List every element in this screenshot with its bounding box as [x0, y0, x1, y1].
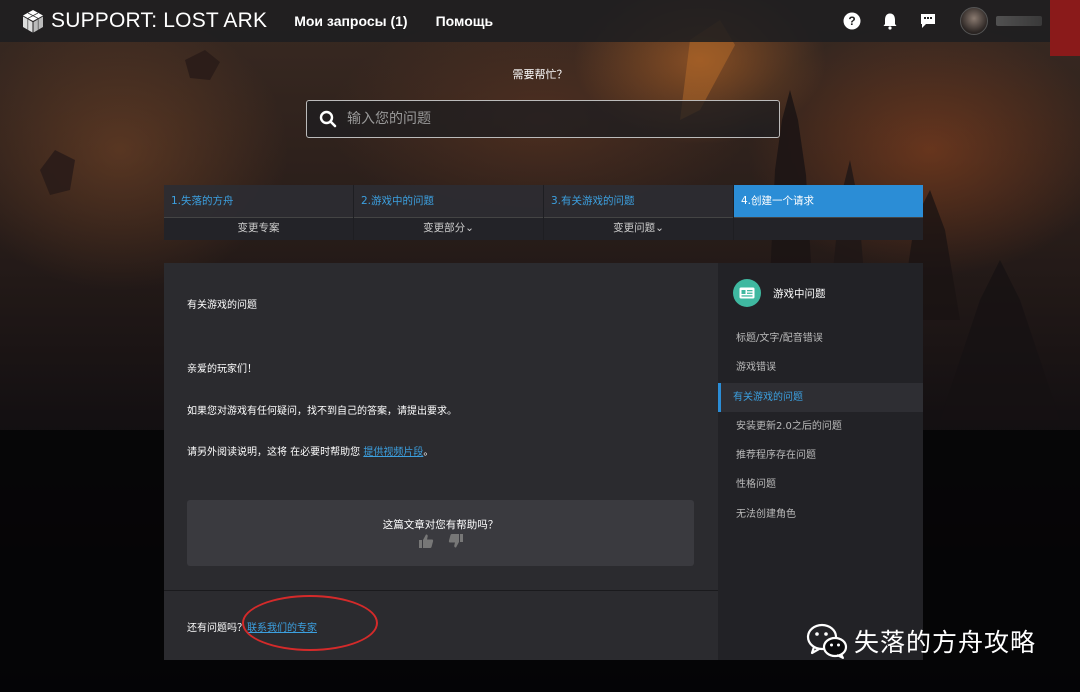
feedback-question: 这篇文章对您有帮助吗？: [382, 519, 499, 531]
step-1: 1.失落的方舟 变更专案: [164, 185, 354, 240]
search-input[interactable]: [347, 111, 747, 127]
help-circle-icon[interactable]: ?: [842, 11, 862, 31]
bell-icon[interactable]: [880, 11, 900, 31]
step-4-title[interactable]: 4.创建一个请求: [734, 185, 923, 217]
help-heading: 需要帮忙？: [512, 68, 568, 81]
step-3-title[interactable]: 3.有关游戏的问题: [544, 185, 733, 217]
nav-help[interactable]: Помощь: [436, 13, 494, 29]
article-panel: 有关游戏的问题 亲爱的玩家们！ 如果您对游戏有任何疑问，找不到自己的答案，请提出…: [164, 263, 718, 660]
thumbs-up-icon[interactable]: [418, 533, 434, 549]
video-clip-link[interactable]: 提供视频片段: [363, 447, 423, 458]
wechat-watermark: 失落的方舟攻略: [806, 622, 1036, 660]
user-name-blurred[interactable]: [996, 16, 1042, 26]
feedback-buttons: [187, 533, 694, 549]
step-2-title[interactable]: 2.游戏中的问题: [354, 185, 543, 217]
top-right-controls: ?: [824, 0, 1080, 56]
id-card-icon: [733, 279, 761, 307]
sidebar-header: 游戏中问题: [733, 279, 826, 307]
category-sidebar: 游戏中问题 标题/文字/配音错误 游戏错误 有关游戏的问题 安装更新2.0之后的…: [718, 263, 923, 660]
article-line-2-suffix: 。: [423, 447, 434, 458]
article-title: 有关游戏的问题: [187, 300, 257, 311]
chat-icon[interactable]: [918, 11, 938, 31]
step-3: 3.有关游戏的问题 变更问题⌄: [544, 185, 734, 240]
sidebar-item-cannot-create-character[interactable]: 无法创建角色: [718, 500, 923, 529]
article-line-2: 请另外阅读说明，这将 在必要时帮助您 提供视频片段。: [187, 443, 433, 458]
article-line-2-prefix: 请另外阅读说明，这将 在必要时帮助您: [187, 447, 364, 458]
step-4: 4.创建一个请求: [734, 185, 923, 240]
cube-logo-icon: [23, 10, 43, 33]
article-greeting: 亲爱的玩家们！: [187, 364, 257, 375]
sidebar-item-character-issues[interactable]: 性格问题: [718, 470, 923, 499]
sidebar-item-referral-issues[interactable]: 推荐程序存在问题: [718, 441, 923, 470]
sidebar-item-game-questions[interactable]: 有关游戏的问题: [718, 382, 923, 412]
svg-text:?: ?: [848, 14, 855, 28]
user-avatar[interactable]: [960, 7, 988, 35]
sidebar-list: 标题/文字/配音错误 游戏错误 有关游戏的问题 安装更新2.0之后的问题 推荐程…: [718, 324, 923, 529]
step-2: 2.游戏中的问题 变更部分⌄: [354, 185, 544, 240]
article-divider: [164, 590, 718, 591]
watermark-text: 失落的方舟攻略: [854, 628, 1037, 657]
nav-my-requests[interactable]: Мои запросы (1): [294, 13, 407, 29]
breadcrumb-steps: 1.失落的方舟 变更专案 2.游戏中的问题 变更部分⌄ 3.有关游戏的问题 变更…: [164, 185, 923, 240]
step-3-change[interactable]: 变更问题⌄: [544, 217, 733, 240]
site-title: SUPPORT: LOST ARK: [51, 9, 268, 32]
side-tab[interactable]: [1050, 0, 1080, 56]
step-1-title[interactable]: 1.失落的方舟: [164, 185, 353, 217]
sidebar-item-update-issues[interactable]: 安装更新2.0之后的问题: [718, 412, 923, 441]
thumbs-down-icon[interactable]: [448, 533, 464, 549]
wechat-icon: [806, 623, 848, 659]
sidebar-heading: 游戏中问题: [773, 287, 826, 300]
sidebar-item-game-errors[interactable]: 游戏错误: [718, 353, 923, 382]
feedback-box: 这篇文章对您有帮助吗？: [187, 500, 694, 566]
article-line-1: 如果您对游戏有任何疑问，找不到自己的答案，请提出要求。: [187, 406, 457, 417]
contact-prefix: 还有问题吗？: [187, 623, 247, 634]
step-2-change[interactable]: 变更部分⌄: [354, 217, 543, 240]
site-logo[interactable]: SUPPORT: LOST ARK: [21, 9, 267, 33]
search-icon: [319, 110, 337, 128]
search-box[interactable]: [306, 100, 780, 138]
top-navigation-bar: SUPPORT: LOST ARK Мои запросы (1) Помощь…: [0, 0, 1080, 56]
step-1-change[interactable]: 变更专案: [164, 217, 353, 240]
step-4-change: [734, 217, 923, 240]
highlight-annotation-oval: [242, 595, 378, 651]
sidebar-item-text-voice-errors[interactable]: 标题/文字/配音错误: [718, 324, 923, 353]
